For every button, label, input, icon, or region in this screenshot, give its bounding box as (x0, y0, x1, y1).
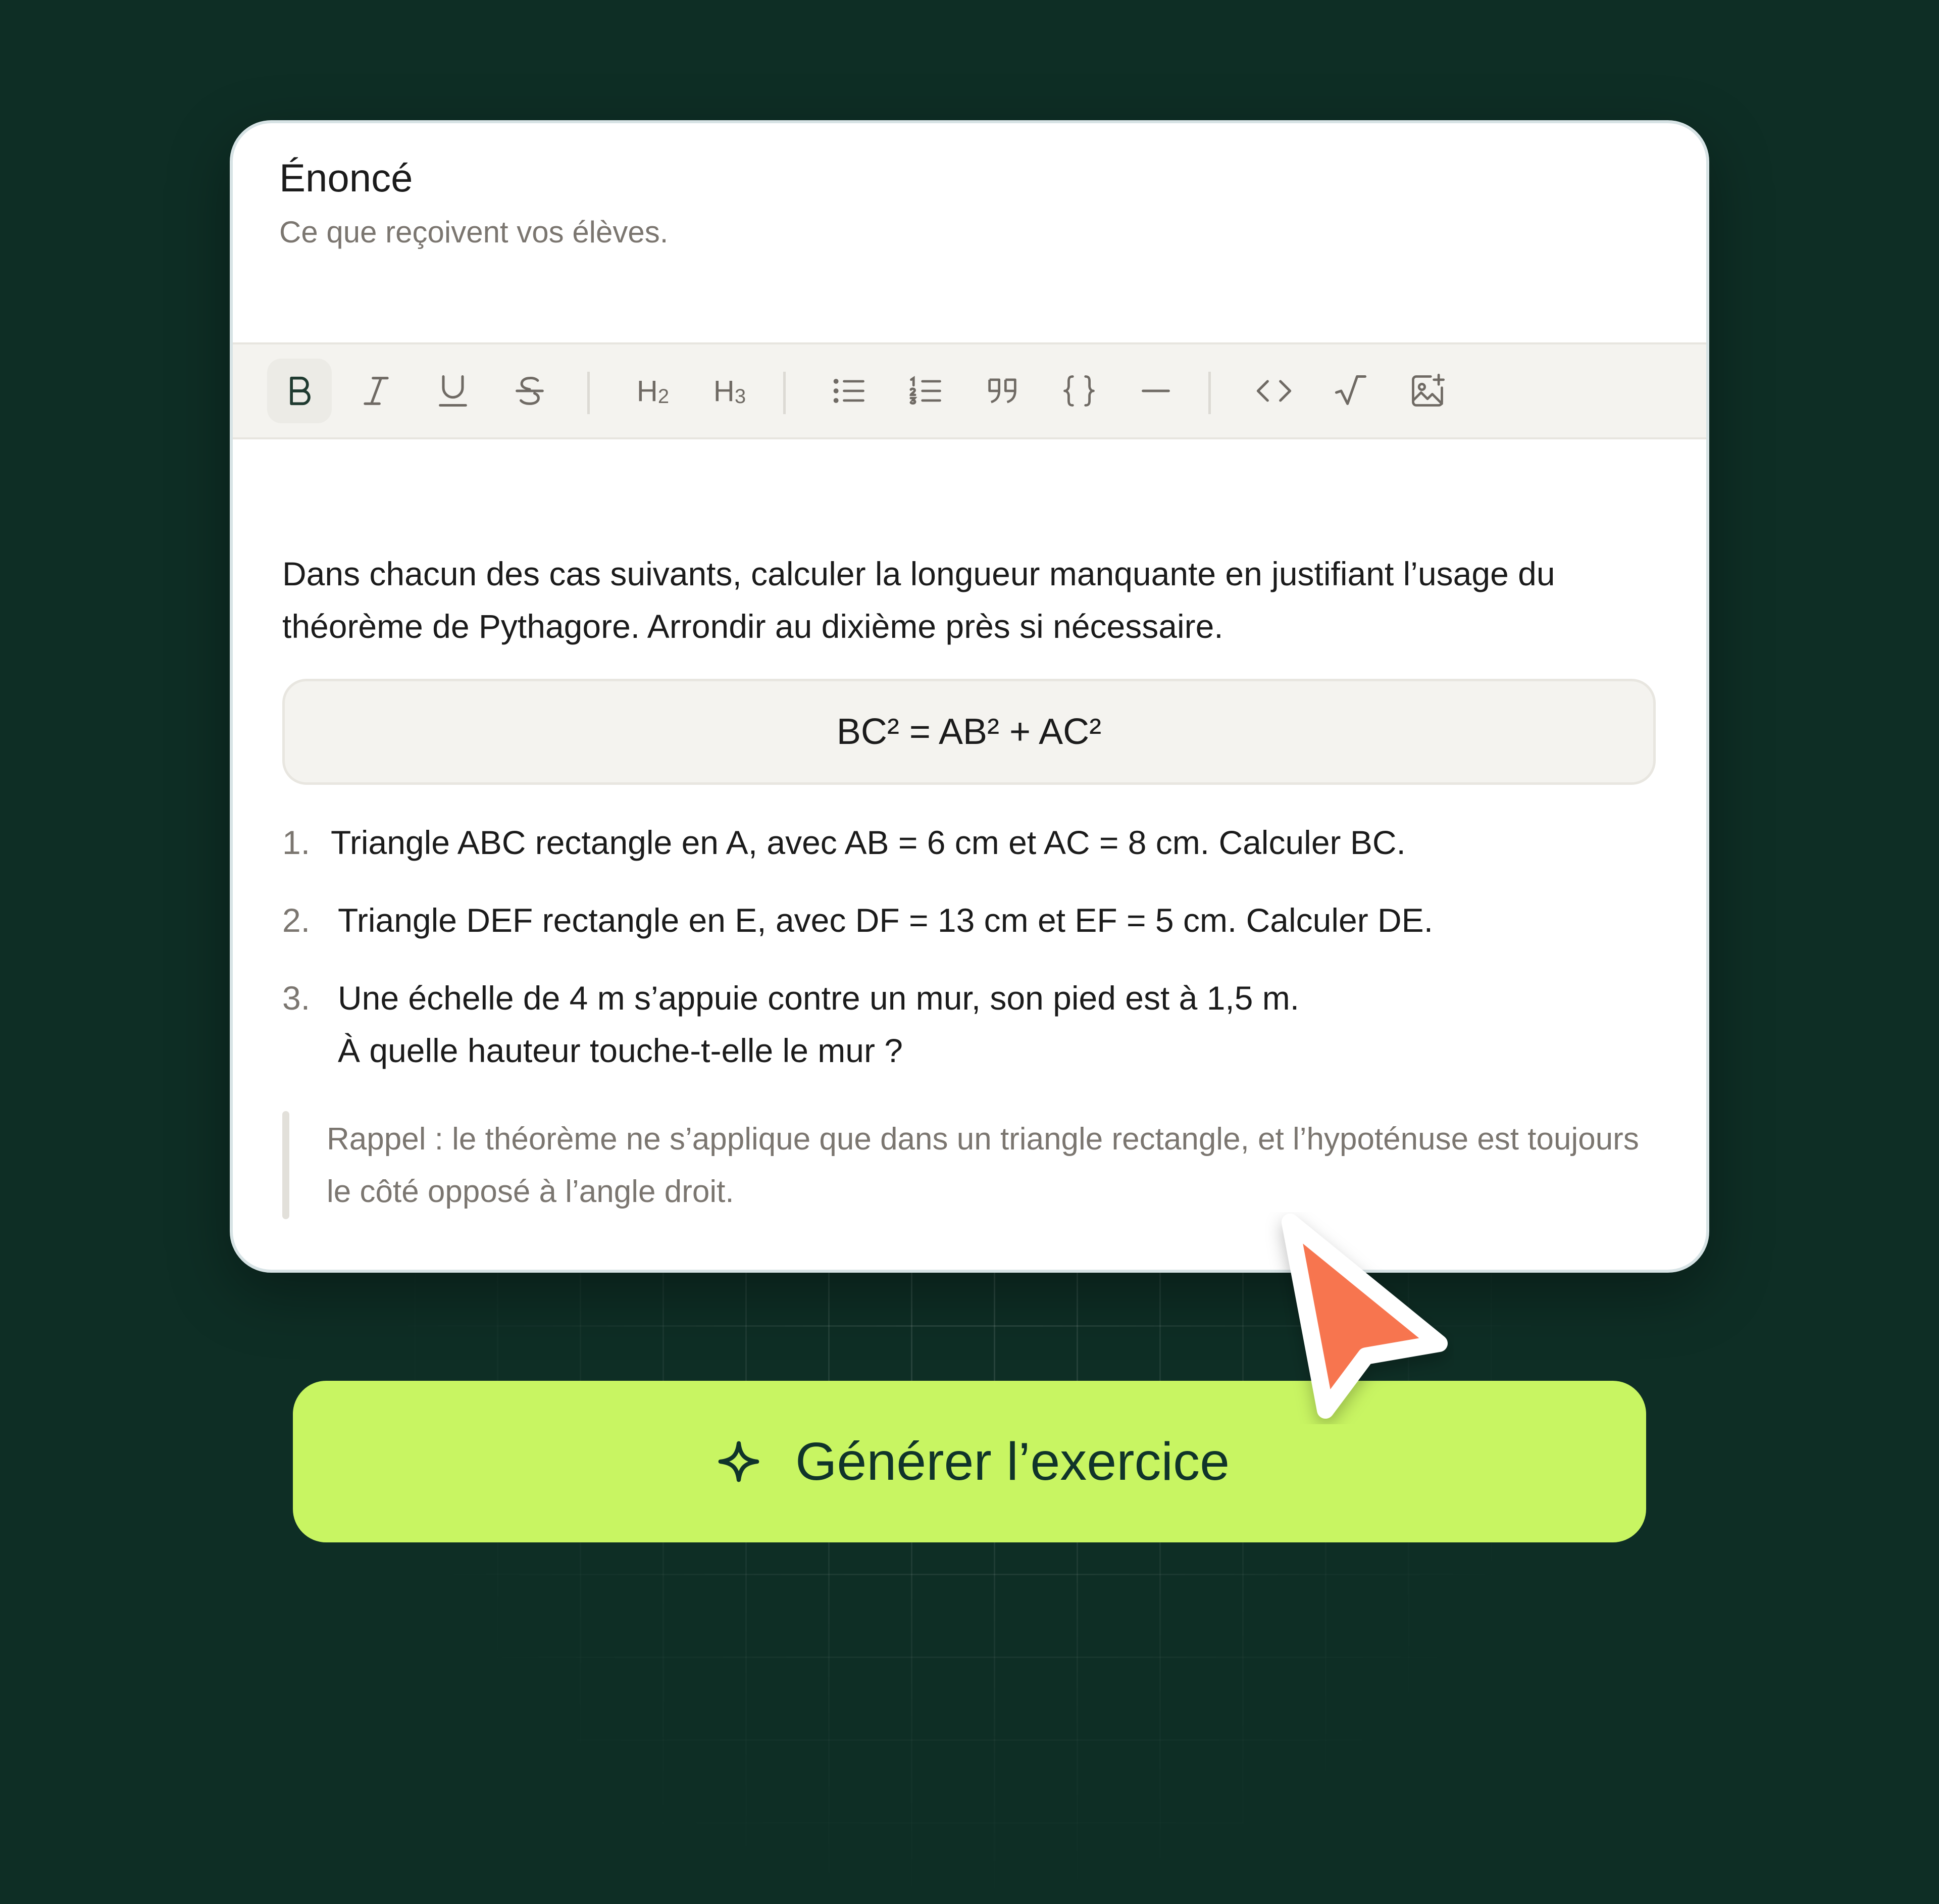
list-number: 1. (282, 824, 311, 861)
formula-text: BC² = AB² + AC² (836, 712, 1102, 752)
list-number: 3. (282, 979, 311, 1017)
list-text: Une échelle de 4 m s’appuie contre un mu… (338, 979, 1300, 1017)
intro-paragraph: Dans chacun des cas suivants, calculer l… (282, 555, 1555, 645)
list-number: 2. (282, 901, 311, 939)
generate-label: Générer l’exercice (795, 1431, 1230, 1491)
editor-content[interactable]: Dans chacun des cas suivants, calculer l… (230, 120, 1709, 1273)
list-text: À quelle hauteur touche-t-elle le mur ? (338, 1032, 903, 1069)
mouse-cursor-icon (1282, 1214, 1448, 1419)
reminder-quote: Rappel : le théorème ne s’applique que d… (327, 1122, 1639, 1209)
list-text: Triangle DEF rectangle en E, avec DF = 1… (338, 901, 1434, 939)
list-text: Triangle ABC rectangle en A, avec AB = 6… (331, 824, 1406, 861)
sparkle-icon (718, 1441, 759, 1482)
quote-bar (282, 1111, 289, 1219)
formula-block: BC² = AB² + AC² (282, 679, 1656, 785)
